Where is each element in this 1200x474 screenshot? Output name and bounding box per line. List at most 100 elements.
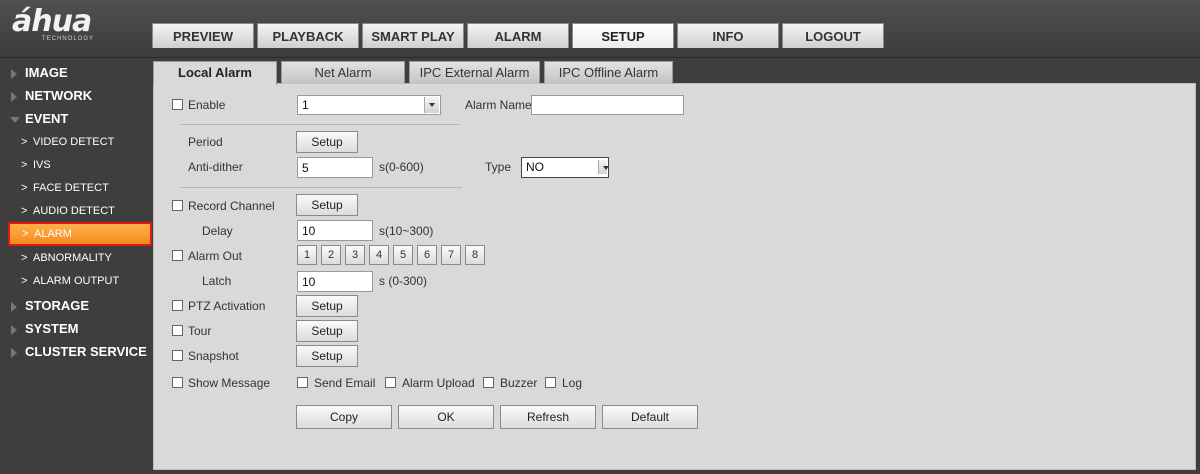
sidebar-item-storage[interactable]: STORAGE [0, 295, 152, 317]
logo-text: áhua [12, 4, 92, 39]
chevron-right-icon: > [22, 228, 29, 240]
alarm-out-channel-button[interactable]: 4 [369, 245, 389, 265]
ok-button[interactable]: OK [398, 405, 494, 429]
delay-input[interactable] [297, 220, 373, 241]
sidebar-item-cluster-service[interactable]: CLUSTER SERVICE [0, 341, 152, 363]
latch-input[interactable] [297, 271, 373, 292]
nav-tab-info[interactable]: INFO [677, 23, 779, 48]
tab-local-alarm[interactable]: Local Alarm [153, 61, 277, 85]
period-setup-button[interactable]: Setup [296, 131, 358, 153]
record-channel-label: Record Channel [188, 199, 275, 213]
tab-net-alarm[interactable]: Net Alarm [281, 61, 405, 84]
sidebar-item-label: IMAGE [25, 65, 68, 80]
period-label: Period [188, 135, 223, 149]
snapshot-label: Snapshot [188, 349, 239, 363]
sidebar-item-label: FACE DETECT [33, 182, 109, 194]
tab-ipc-offline-alarm[interactable]: IPC Offline Alarm [544, 61, 673, 84]
enable-checkbox[interactable] [172, 99, 183, 110]
anti-dither-label: Anti-dither [188, 160, 243, 174]
alarm-upload-checkbox[interactable] [385, 377, 396, 388]
snapshot-setup-button[interactable]: Setup [296, 345, 358, 367]
buzzer-label: Buzzer [500, 376, 538, 390]
sidebar-item-image[interactable]: IMAGE [0, 62, 152, 84]
alarm-out-channel-button[interactable]: 1 [297, 245, 317, 265]
alarm-channel-select[interactable]: 1 [297, 95, 441, 115]
sidebar-item-label: CLUSTER SERVICE [25, 344, 147, 359]
alarm-name-input[interactable] [531, 95, 684, 115]
sidebar-item-label: AUDIO DETECT [33, 205, 115, 217]
nav-tab-logout[interactable]: LOGOUT [782, 23, 884, 48]
alarm-out-channel-button[interactable]: 3 [345, 245, 365, 265]
tour-setup-button[interactable]: Setup [296, 320, 358, 342]
alarm-out-channel-button[interactable]: 8 [465, 245, 485, 265]
tour-label: Tour [188, 324, 212, 338]
collapsed-arrow-icon [11, 92, 17, 102]
collapsed-arrow-icon [11, 348, 17, 358]
tab-ipc-external-alarm[interactable]: IPC External Alarm [409, 61, 540, 84]
alarm-out-checkbox[interactable] [172, 250, 183, 261]
nav-tab-playback[interactable]: PLAYBACK [257, 23, 359, 48]
sidebar-item-abnormality[interactable]: > ABNORMALITY [0, 247, 152, 269]
sidebar-item-audio-detect[interactable]: > AUDIO DETECT [0, 200, 152, 222]
tour-checkbox[interactable] [172, 325, 183, 336]
default-button[interactable]: Default [602, 405, 698, 429]
chevron-right-icon: > [21, 182, 28, 194]
nav-tab-setup[interactable]: SETUP [572, 23, 674, 48]
snapshot-checkbox[interactable] [172, 350, 183, 361]
subtab-bar: Local Alarm Net Alarm IPC External Alarm… [153, 61, 677, 85]
alarm-out-channel-button[interactable]: 6 [417, 245, 437, 265]
alarm-out-channel-button[interactable]: 7 [441, 245, 461, 265]
alarm-out-label: Alarm Out [188, 249, 243, 263]
sidebar-item-face-detect[interactable]: > FACE DETECT [0, 177, 152, 199]
sidebar-item-alarm[interactable]: > ALARM [8, 222, 152, 246]
sidebar-item-event[interactable]: EVENT [0, 108, 152, 130]
collapsed-arrow-icon [11, 302, 17, 312]
sidebar-item-label: NETWORK [25, 88, 93, 103]
chevron-down-icon [598, 160, 609, 174]
anti-dither-unit: s(0-600) [379, 160, 424, 174]
sidebar-item-system[interactable]: SYSTEM [0, 318, 152, 340]
refresh-button[interactable]: Refresh [500, 405, 596, 429]
show-message-label: Show Message [188, 376, 271, 390]
ptz-setup-button[interactable]: Setup [296, 295, 358, 317]
alarm-channel-value: 1 [302, 98, 309, 112]
type-value: NO [526, 160, 544, 174]
sidebar-item-network[interactable]: NETWORK [0, 85, 152, 107]
alarm-out-channel-button[interactable]: 5 [393, 245, 413, 265]
anti-dither-input[interactable] [297, 157, 373, 178]
type-select[interactable]: NO [521, 157, 609, 178]
record-channel-checkbox[interactable] [172, 200, 183, 211]
logo-subtitle: TECHNOLOGY [42, 36, 95, 42]
chevron-right-icon: > [21, 252, 28, 264]
show-message-checkbox[interactable] [172, 377, 183, 388]
latch-label: Latch [202, 274, 232, 288]
alarm-name-label: Alarm Name [465, 98, 532, 112]
sidebar-item-label: IVS [33, 159, 51, 171]
buzzer-checkbox[interactable] [483, 377, 494, 388]
type-label: Type [485, 160, 512, 174]
sidebar-item-label: VIDEO DETECT [33, 136, 115, 148]
alarm-out-channel-button[interactable]: 2 [321, 245, 341, 265]
nav-tab-smart-play[interactable]: SMART PLAY [362, 23, 464, 48]
ptz-activation-checkbox[interactable] [172, 300, 183, 311]
sidebar-item-ivs[interactable]: > IVS [0, 154, 152, 176]
nav-tab-preview[interactable]: PREVIEW [152, 23, 254, 48]
sidebar-item-video-detect[interactable]: > VIDEO DETECT [0, 131, 152, 153]
collapsed-arrow-icon [11, 69, 17, 79]
send-email-checkbox[interactable] [297, 377, 308, 388]
log-checkbox[interactable] [545, 377, 556, 388]
chevron-right-icon: > [21, 159, 28, 171]
nav-tab-alarm[interactable]: ALARM [467, 23, 569, 48]
main-nav: PREVIEW PLAYBACK SMART PLAY ALARM SETUP … [152, 23, 887, 48]
enable-label: Enable [188, 98, 226, 112]
top-header: áhua TECHNOLOGY PREVIEW PLAYBACK SMART … [0, 0, 1200, 58]
chevron-right-icon: > [21, 275, 28, 287]
record-channel-setup-button[interactable]: Setup [296, 194, 358, 216]
collapsed-arrow-icon [11, 325, 17, 335]
latch-unit: s (0-300) [379, 274, 428, 288]
delay-label: Delay [202, 224, 233, 238]
ptz-activation-label: PTZ Activation [188, 299, 266, 313]
copy-button[interactable]: Copy [296, 405, 392, 429]
chevron-right-icon: > [21, 136, 28, 148]
sidebar-item-alarm-output[interactable]: > ALARM OUTPUT [0, 270, 152, 292]
